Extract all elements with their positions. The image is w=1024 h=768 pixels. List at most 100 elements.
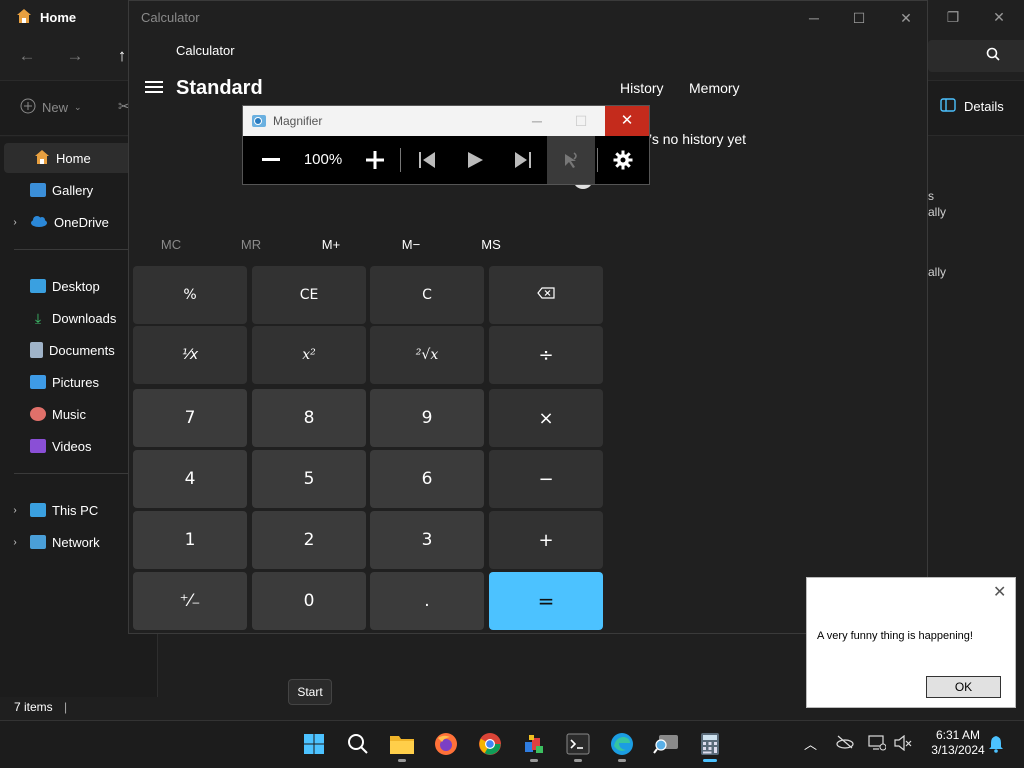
- desktop-icon: [30, 279, 46, 293]
- message-dialog: ✕ A very funny thing is happening! OK: [806, 577, 1016, 708]
- calculator-mode-title: Standard: [176, 77, 263, 99]
- digit-6-button[interactable]: 6: [370, 450, 484, 508]
- volume-muted-icon[interactable]: [894, 734, 912, 754]
- content-text-fragment: ally: [928, 205, 947, 219]
- taskbar-chrome[interactable]: [470, 724, 510, 764]
- reciprocal-button[interactable]: ⅟x: [133, 326, 247, 384]
- start-button[interactable]: [294, 724, 334, 764]
- document-icon: [30, 342, 43, 358]
- digit-8-button[interactable]: 8: [252, 389, 366, 447]
- history-empty-message: ’s no history yet: [649, 131, 747, 147]
- play-icon: [468, 152, 483, 168]
- chevron-right-icon[interactable]: ›: [0, 217, 30, 228]
- clock-date: 3/13/2024: [931, 743, 985, 757]
- tab-memory[interactable]: Memory: [689, 80, 740, 96]
- digit-2-button[interactable]: 2: [252, 511, 366, 569]
- magnifier-maximize-button[interactable]: ☐: [559, 106, 603, 136]
- network-status-icon[interactable]: [868, 735, 887, 754]
- subtract-button[interactable]: −: [489, 450, 603, 508]
- digit-0-button[interactable]: 0: [252, 572, 366, 630]
- forward-arrow-icon[interactable]: →: [64, 45, 86, 67]
- memory-recall-button[interactable]: MR: [221, 237, 281, 252]
- divide-button[interactable]: ÷: [489, 326, 603, 384]
- back-arrow-icon[interactable]: ←: [16, 45, 38, 67]
- taskbar-firefox[interactable]: [426, 724, 466, 764]
- read-from-pointer-button[interactable]: [547, 136, 595, 184]
- explorer-search-box[interactable]: [928, 40, 1024, 72]
- onedrive-offline-icon[interactable]: [836, 735, 854, 752]
- status-bar-item-count: 7 items |: [14, 700, 68, 714]
- equals-button[interactable]: =: [489, 572, 603, 630]
- taskbar-clock[interactable]: 6:31 AM 3/13/2024: [918, 728, 998, 758]
- chevron-up-icon[interactable]: ︿: [804, 734, 817, 753]
- clear-button[interactable]: C: [370, 266, 484, 324]
- negate-button[interactable]: ⁺⁄₋: [133, 572, 247, 630]
- taskbar-terminal[interactable]: [558, 724, 598, 764]
- close-button[interactable]: ✕: [883, 7, 929, 29]
- gallery-icon: [30, 183, 46, 197]
- digit-1-button[interactable]: 1: [133, 511, 247, 569]
- digit-7-button[interactable]: 7: [133, 389, 247, 447]
- firefox-icon: [435, 733, 457, 755]
- decimal-button[interactable]: .: [370, 572, 484, 630]
- explorer-close-button[interactable]: ✕: [976, 6, 1022, 28]
- backspace-icon: [537, 287, 555, 303]
- digit-9-button[interactable]: 9: [370, 389, 484, 447]
- minimize-button[interactable]: ─: [791, 7, 837, 29]
- sidebar-item-label: Home: [56, 150, 91, 166]
- taskbar-calculator[interactable]: [690, 724, 730, 764]
- new-button[interactable]: New ⌄: [20, 98, 82, 117]
- chevron-right-icon[interactable]: ›: [0, 505, 30, 516]
- gear-icon: [613, 150, 633, 170]
- hamburger-menu-icon[interactable]: [145, 81, 163, 96]
- digit-4-button[interactable]: 4: [133, 450, 247, 508]
- memory-store-button[interactable]: MS: [461, 237, 521, 252]
- percent-button[interactable]: %: [133, 266, 247, 324]
- memory-add-button[interactable]: M+: [301, 237, 361, 252]
- explorer-tab-home[interactable]: Home: [8, 0, 128, 34]
- maximize-button[interactable]: ☐: [836, 7, 882, 29]
- digit-3-button[interactable]: 3: [370, 511, 484, 569]
- clear-entry-button[interactable]: CE: [252, 266, 366, 324]
- chrome-icon: [479, 733, 501, 755]
- settings-button[interactable]: [601, 136, 645, 184]
- magnifier-minimize-button[interactable]: ─: [515, 106, 559, 136]
- tab-history[interactable]: History: [620, 80, 664, 96]
- multiply-button[interactable]: ×: [489, 389, 603, 447]
- zoom-in-button[interactable]: [353, 136, 397, 184]
- calculator-icon: [701, 733, 719, 755]
- backspace-button[interactable]: [489, 266, 603, 324]
- digit-5-button[interactable]: 5: [252, 450, 366, 508]
- search-icon: [986, 47, 1000, 64]
- sidebar-item-label: Videos: [52, 438, 92, 454]
- read-next-button[interactable]: [501, 136, 545, 184]
- search-icon: [348, 734, 368, 754]
- plus-circle-icon: [20, 98, 36, 117]
- square-button[interactable]: x²: [252, 326, 366, 384]
- read-from-start-button[interactable]: [405, 136, 449, 184]
- explorer-restore-button[interactable]: ❐: [930, 6, 976, 28]
- zoom-out-button[interactable]: [249, 136, 293, 184]
- square-root-button[interactable]: ²√x: [370, 326, 484, 384]
- taskbar-app-colorful[interactable]: [514, 724, 554, 764]
- taskbar-search-button[interactable]: [338, 724, 378, 764]
- add-button[interactable]: +: [489, 511, 603, 569]
- taskbar-edge[interactable]: [602, 724, 642, 764]
- details-button[interactable]: Details: [940, 98, 1004, 115]
- minus-icon: [262, 158, 280, 161]
- chevron-right-icon[interactable]: ›: [0, 537, 30, 548]
- dialog-close-button[interactable]: ✕: [993, 582, 1006, 602]
- magnifier-close-button[interactable]: ✕: [605, 106, 649, 136]
- taskbar-file-explorer[interactable]: [382, 724, 422, 764]
- details-pane-icon: [940, 98, 956, 115]
- memory-clear-button[interactable]: MC: [141, 237, 201, 252]
- sidebar-item-label: Desktop: [52, 278, 100, 294]
- magnifier-app-icon: [251, 113, 267, 132]
- home-icon: [34, 149, 50, 168]
- memory-subtract-button[interactable]: M−: [381, 237, 441, 252]
- taskbar-magnifier[interactable]: [646, 724, 686, 764]
- download-arrow-icon: ⤓: [34, 309, 42, 326]
- notification-bell-icon[interactable]: [988, 735, 1004, 756]
- dialog-ok-button[interactable]: OK: [926, 676, 1001, 698]
- play-button[interactable]: [453, 136, 497, 184]
